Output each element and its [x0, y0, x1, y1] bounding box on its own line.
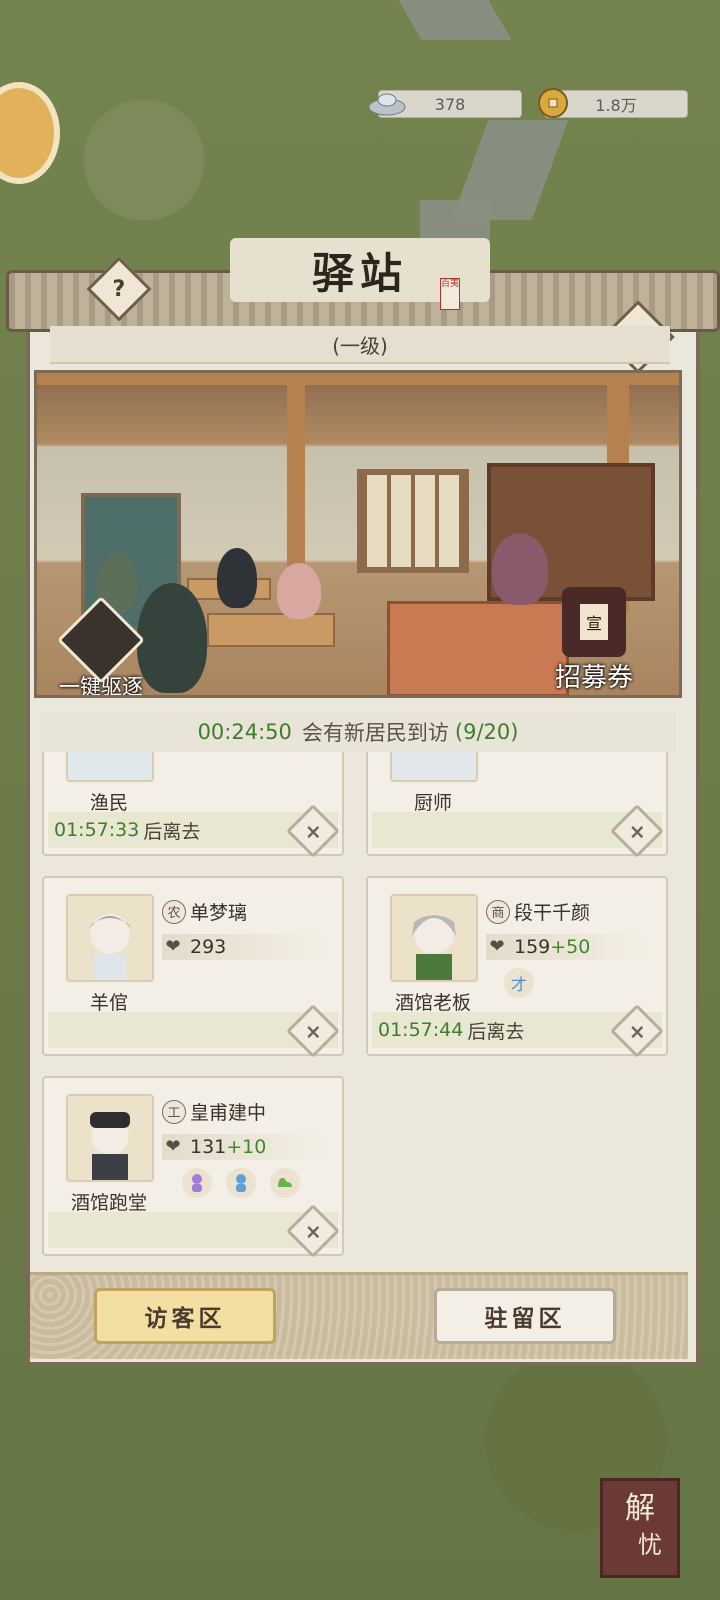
title-seal: 百夷: [440, 278, 460, 310]
visitor-card[interactable]: 厨师 ×: [366, 752, 668, 858]
npc-innkeeper: [492, 533, 548, 605]
close-icon: ×: [304, 1218, 322, 1243]
npc-guest: [217, 548, 257, 608]
profession-badge: 商: [486, 899, 510, 924]
question-icon: ?: [112, 276, 126, 302]
role-label: 酒馆跑堂: [70, 1192, 147, 1214]
power-value: 131: [190, 1136, 227, 1158]
trait-text: 才: [510, 975, 527, 994]
seal-char-2: 忧: [638, 1531, 662, 1559]
close-icon: ×: [304, 818, 322, 843]
tab-resident-label: 驻留区: [484, 1306, 566, 1332]
power-bonus: +50: [550, 936, 591, 958]
portrait: [66, 1094, 154, 1182]
blue-trait-icon[interactable]: [226, 1168, 256, 1198]
close-icon: ×: [304, 1018, 322, 1043]
lattice-window: [357, 469, 469, 573]
power-icon: ❤: [165, 1136, 181, 1157]
silver-ingot-icon: [367, 85, 407, 121]
visitor-name: 工 皇甫建中: [162, 1098, 266, 1125]
countdown: 00:24:50: [197, 720, 292, 744]
power-value: 293: [190, 936, 227, 958]
power-bar: ❤ 159 +50: [486, 934, 656, 960]
power-bonus: +10: [226, 1136, 267, 1158]
portrait: [390, 894, 478, 982]
silver-counter: 378: [368, 90, 522, 118]
tab-visitor-area[interactable]: 访客区: [94, 1288, 276, 1344]
station-level: (一级): [50, 326, 670, 364]
coin-counter: 1.8万: [538, 88, 688, 118]
ceiling-beam: [37, 373, 679, 385]
inn-scene-illustration: 一键驱逐 宣 招募券: [34, 370, 682, 698]
close-icon: ×: [628, 1018, 646, 1043]
leave-text: 后离去: [143, 820, 201, 843]
role-label: 酒馆老板: [394, 992, 471, 1014]
leave-countdown: 01:57:44: [378, 1019, 464, 1041]
visitor-timer: 00:24:50 会有新居民到访 (9/20): [40, 712, 676, 752]
talent-trait-icon[interactable]: 才: [504, 968, 534, 998]
timer-message: 会有新居民到访: [301, 721, 449, 745]
relief-seal-button[interactable]: 解 忧: [600, 1478, 680, 1578]
evict-all-button[interactable]: 一键驱逐: [57, 596, 145, 695]
strength-trait-icon[interactable]: [270, 1168, 300, 1198]
role-label: 渔民: [89, 792, 128, 814]
visitor-card[interactable]: 羊倌 农 单梦璃 ❤ 293 ×: [42, 876, 344, 1058]
leave-countdown: 01:57:33: [54, 819, 140, 841]
visitor-card[interactable]: 酒馆老板 商 段干千颜 ❤ 159 +50 才 01:57:44 后离去 ×: [366, 876, 668, 1058]
recruit-stamp: 宣: [580, 604, 608, 640]
power-bar: ❤ 293: [162, 934, 332, 960]
npc-customer: [137, 583, 207, 693]
close-icon: ×: [628, 818, 646, 843]
leave-text: 后离去: [467, 1020, 525, 1043]
power-bar: ❤ 131 +10: [162, 1134, 332, 1160]
recruit-ticket-label: 招募券: [555, 663, 634, 693]
visitor-list[interactable]: 渔民 01:57:33 后离去 × 厨师 × 羊倌 农 单梦璃 ❤ 293 ×: [40, 752, 676, 1272]
name-text: 单梦璃: [190, 902, 248, 924]
recruit-ticket-icon: 宣: [562, 587, 626, 657]
silver-amount: 378: [434, 94, 466, 114]
wood-pillar: [287, 373, 305, 573]
profession-badge: 工: [162, 1099, 186, 1124]
dining-table: [207, 613, 335, 647]
tab-resident-area[interactable]: 驻留区: [434, 1288, 616, 1344]
visitor-count: (9/20): [454, 720, 519, 744]
portrait: [390, 752, 478, 782]
profession-badge: 农: [162, 899, 186, 924]
npc-girl: [277, 563, 321, 619]
inn-counter: [387, 601, 569, 695]
visitor-card[interactable]: 渔民 01:57:33 后离去 ×: [42, 752, 344, 858]
visitor-name: 商 段干千颜: [486, 898, 590, 925]
panel-title-text: 驿站: [311, 248, 408, 298]
visitor-name: 农 单梦璃: [162, 898, 247, 925]
role-label: 羊倌: [89, 992, 128, 1014]
purple-trait-icon[interactable]: [182, 1168, 212, 1198]
level-text: (一级): [332, 333, 388, 358]
coin-amount: 1.8万: [595, 96, 637, 115]
portrait: [66, 894, 154, 982]
role-label: 厨师: [413, 792, 452, 814]
tab-visitor-label: 访客区: [144, 1306, 226, 1332]
power-icon: ❤: [165, 936, 181, 957]
seal-char-1: 解: [625, 1491, 655, 1526]
name-text: 段干千颜: [514, 902, 591, 924]
portrait: [66, 752, 154, 782]
visitor-card[interactable]: 酒馆跑堂 工 皇甫建中 ❤ 131 +10 ×: [42, 1076, 344, 1258]
name-text: 皇甫建中: [190, 1102, 267, 1124]
recruit-ticket-button[interactable]: 宣 招募券: [555, 587, 633, 694]
copper-coin-icon: [533, 85, 573, 121]
power-value: 159: [514, 936, 551, 958]
power-icon: ❤: [489, 936, 505, 957]
